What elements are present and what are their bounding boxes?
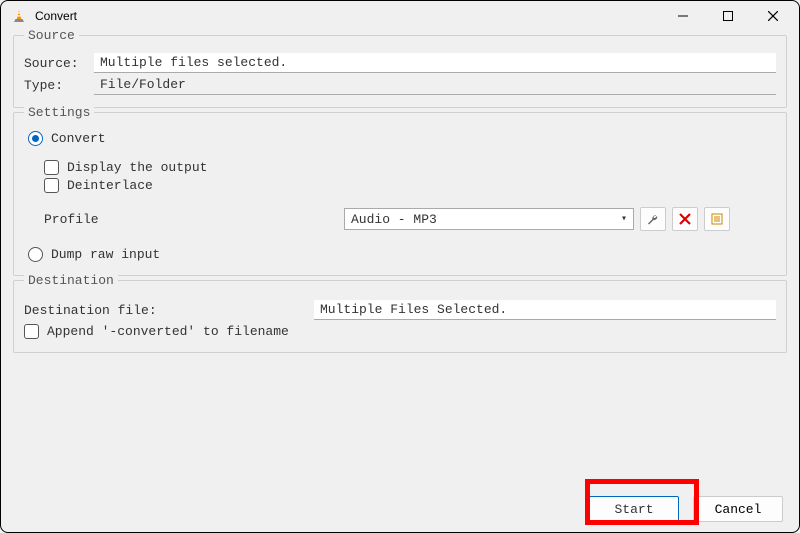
display-output-label: Display the output	[67, 160, 207, 175]
type-label: Type:	[24, 78, 94, 93]
window-title: Convert	[35, 9, 660, 23]
dump-radio[interactable]	[28, 247, 43, 262]
settings-group-label: Settings	[24, 105, 94, 120]
convert-dialog: Convert Source Source: Type: File/Folder	[0, 0, 800, 533]
cancel-button[interactable]: Cancel	[693, 496, 783, 522]
wrench-icon	[646, 212, 660, 226]
close-button[interactable]	[750, 1, 795, 31]
source-group-label: Source	[24, 28, 79, 43]
delete-profile-button[interactable]	[672, 207, 698, 231]
convert-radio[interactable]	[28, 131, 43, 146]
destination-file-input[interactable]	[314, 300, 776, 320]
settings-group: Settings Convert Display the output Dein…	[13, 112, 787, 276]
display-output-checkbox[interactable]	[44, 160, 59, 175]
vlc-icon	[11, 8, 27, 24]
start-button[interactable]: Start	[589, 496, 679, 522]
content-area: Source Source: Type: File/Folder Setting…	[1, 31, 799, 369]
titlebar: Convert	[1, 1, 799, 31]
destination-file-label: Destination file:	[24, 303, 314, 318]
deinterlace-checkbox[interactable]	[44, 178, 59, 193]
source-group: Source Source: Type: File/Folder	[13, 35, 787, 108]
window-controls	[660, 1, 795, 31]
dump-radio-label: Dump raw input	[51, 247, 160, 262]
append-converted-label: Append '-converted' to filename	[47, 324, 289, 339]
destination-group-label: Destination	[24, 273, 118, 288]
profile-label: Profile	[44, 212, 344, 227]
edit-profile-button[interactable]	[640, 207, 666, 231]
source-label: Source:	[24, 56, 94, 71]
minimize-button[interactable]	[660, 1, 705, 31]
type-value: File/Folder	[94, 75, 776, 95]
dialog-footer: Start Cancel	[589, 496, 783, 522]
destination-group: Destination Destination file: Append '-c…	[13, 280, 787, 353]
new-profile-icon	[710, 212, 724, 226]
profile-value: Audio - MP3	[351, 212, 437, 227]
maximize-button[interactable]	[705, 1, 750, 31]
profile-dropdown[interactable]: Audio - MP3	[344, 208, 634, 230]
convert-radio-label: Convert	[51, 131, 106, 146]
source-input[interactable]	[94, 53, 776, 73]
new-profile-button[interactable]	[704, 207, 730, 231]
deinterlace-label: Deinterlace	[67, 178, 153, 193]
x-icon	[679, 213, 691, 225]
append-converted-checkbox[interactable]	[24, 324, 39, 339]
